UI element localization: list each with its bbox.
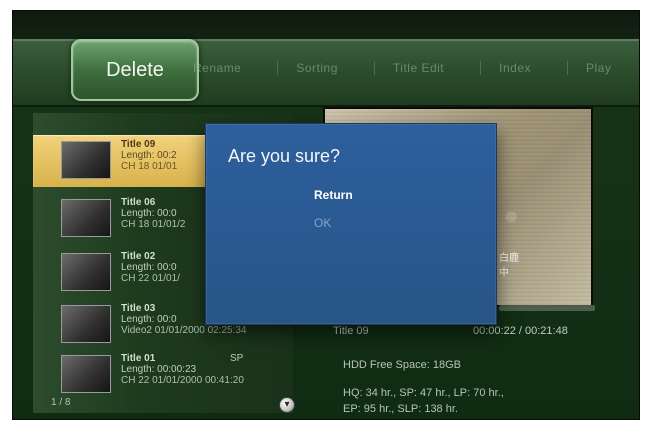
recording-length: Length: 00:2 xyxy=(121,150,177,161)
recording-channel: Video2 01/01/2000 02:25:34 xyxy=(121,325,247,336)
preview-progress-bar xyxy=(499,305,595,311)
recording-thumbnail xyxy=(61,199,111,237)
tab-title-edit[interactable]: Title Edit xyxy=(393,61,444,75)
recording-meta: Title 02 Length: 00:0 CH 22 01/01/ xyxy=(121,251,180,284)
tab-separator xyxy=(277,61,279,75)
recording-row[interactable]: Title 01 Length: 00:00:23 CH 22 01/01/20… xyxy=(33,349,293,401)
tab-separator xyxy=(567,61,568,75)
recording-title: Title 01 xyxy=(121,353,156,364)
dialog-option-return[interactable]: Return xyxy=(314,188,353,202)
recording-length: Length: 00:0 xyxy=(121,208,177,219)
dialog-option-ok[interactable]: OK xyxy=(314,216,331,230)
recording-thumbnail xyxy=(61,355,111,393)
hdd-free-space: HDD Free Space: 18GB xyxy=(343,359,461,371)
recording-thumbnail xyxy=(61,253,111,291)
recording-meta: Title 09 Length: 00:2 CH 18 01/01 xyxy=(121,139,177,172)
preview-osd-text: 白鹿 中 xyxy=(499,253,519,279)
tv-dvr-menu-screen: Delete Rename Sorting Title Edit Index P… xyxy=(12,10,640,420)
list-pager: 1 / 8 xyxy=(51,397,71,408)
recording-meta: Title 01 Length: 00:00:23 CH 22 01/01/20… xyxy=(121,353,244,386)
recording-length: Length: 00:00:23 xyxy=(121,364,197,375)
recording-channel: CH 18 01/01/2 xyxy=(121,219,186,230)
tab-separator xyxy=(373,61,375,75)
confirm-dialog: Are you sure? Return OK xyxy=(205,123,497,325)
recording-length: Length: 00:0 xyxy=(121,262,177,273)
quality-times-line-1: HQ: 34 hr., SP: 47 hr., LP: 70 hr., xyxy=(343,387,504,399)
info-title: Title 09 xyxy=(333,325,369,337)
dialog-title: Are you sure? xyxy=(228,146,341,166)
tab-index[interactable]: Index xyxy=(499,61,531,75)
recording-channel: CH 18 01/01 xyxy=(121,161,178,172)
top-menu-tabs: Rename Sorting Title Edit Index Play xyxy=(193,61,611,75)
info-time: 00:00:22 / 00:21:48 xyxy=(473,325,568,337)
delete-button[interactable]: Delete xyxy=(71,39,199,101)
recording-meta: Title 06 Length: 00:0 CH 18 01/01/2 xyxy=(121,197,186,230)
recording-quality-badge: SP xyxy=(230,353,244,364)
tab-separator xyxy=(480,61,482,75)
delete-button-label: Delete xyxy=(106,58,164,81)
tab-sorting[interactable]: Sorting xyxy=(296,61,338,75)
recording-title: Title 09 xyxy=(121,139,156,150)
recording-channel: CH 22 01/01/ xyxy=(121,273,180,284)
recording-title: Title 02 xyxy=(121,251,156,262)
recording-thumbnail xyxy=(61,141,111,179)
recording-channel: CH 22 01/01/2000 00:41:20 xyxy=(121,375,244,386)
tab-rename[interactable]: Rename xyxy=(193,61,241,75)
tab-play[interactable]: Play xyxy=(586,61,611,75)
quality-times-line-2: EP: 95 hr., SLP: 138 hr. xyxy=(343,403,458,415)
recording-thumbnail xyxy=(61,305,111,343)
recording-title: Title 06 xyxy=(121,197,156,208)
down-scroll-icon[interactable]: ▾ xyxy=(279,397,295,413)
